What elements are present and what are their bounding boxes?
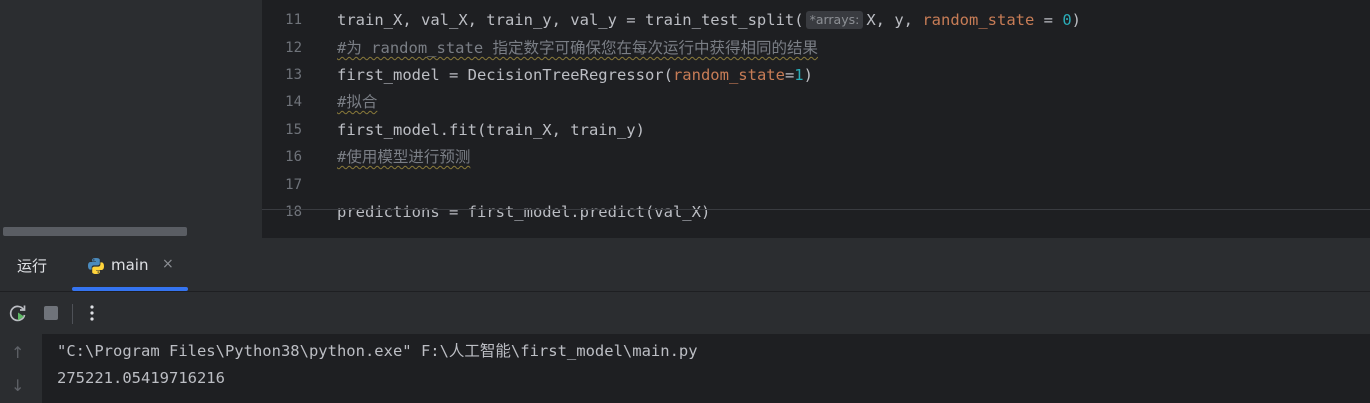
- code-line[interactable]: #使用模型进行预测: [337, 147, 470, 167]
- code-line[interactable]: first_model.fit(train_X, train_y): [337, 120, 645, 140]
- console-output[interactable]: "C:\Program Files\Python38\python.exe" F…: [42, 334, 1370, 403]
- run-panel-title: 运行: [17, 257, 48, 275]
- code-line[interactable]: #为 random_state 指定数字可确保您在每次运行中获得相同的结果: [337, 38, 818, 58]
- code-comment: #使用模型进行预测: [337, 148, 471, 166]
- code-text: =: [1034, 11, 1063, 29]
- code-comment: #为 random_state 指定数字可确保您在每次运行中获得相同的结果: [337, 39, 818, 57]
- line-number: 17: [285, 177, 302, 193]
- line-number: 11: [285, 12, 302, 28]
- code-text: train_X, val_X, train_y, val_y = train_t…: [337, 11, 804, 29]
- code-line[interactable]: first_model = DecisionTreeRegressor(rand…: [337, 65, 813, 85]
- code-text: ): [803, 66, 813, 84]
- line-number: 15: [285, 122, 302, 138]
- toolbar-separator: [72, 304, 73, 324]
- code-area[interactable]: train_X, val_X, train_y, val_y = train_t…: [337, 0, 1367, 221]
- run-toolbar: [0, 291, 1370, 334]
- run-tool-window: 运行 main × ↑ ↓ "C:\Program Files\Python38…: [0, 240, 1370, 403]
- number-literal: 1: [794, 66, 804, 84]
- code-comment: #拟合: [337, 93, 378, 111]
- stop-icon: [44, 306, 58, 320]
- code-text: X, y,: [866, 11, 923, 29]
- parameter-hint: *arrays:: [805, 11, 864, 29]
- line-number-gutter: 11 12 13 14 15 16 17 18: [262, 0, 332, 220]
- horizontal-scrollbar-thumb[interactable]: [3, 227, 187, 236]
- console-line: "C:\Program Files\Python38\python.exe" F…: [57, 342, 698, 360]
- stop-button[interactable]: [40, 302, 62, 324]
- arrow-up-icon[interactable]: ↑: [11, 343, 24, 362]
- line-number: 18: [285, 204, 302, 220]
- code-editor[interactable]: 11 12 13 14 15 16 17 18 train_X, val_X, …: [262, 0, 1370, 238]
- keyword-argument: random_state: [672, 66, 785, 84]
- close-tab-icon[interactable]: ×: [162, 256, 174, 272]
- project-panel: [0, 0, 262, 238]
- code-text: first_model = DecisionTreeRegressor(: [337, 66, 673, 84]
- more-vertical-icon: [90, 305, 94, 321]
- number-literal: 0: [1062, 11, 1072, 29]
- code-text: predictions = first_model.predict(val_X): [337, 203, 711, 221]
- keyword-argument: random_state: [922, 11, 1035, 29]
- console-line: 275221.05419716216: [57, 369, 225, 387]
- rerun-icon: [9, 305, 26, 322]
- line-number: 13: [285, 67, 302, 83]
- arrow-down-icon[interactable]: ↓: [11, 376, 24, 395]
- tab-main[interactable]: main ×: [72, 240, 188, 290]
- console-side-toolbar: ↑ ↓: [0, 334, 42, 403]
- code-text: ): [1071, 11, 1082, 29]
- code-text: first_model.fit(train_X, train_y): [337, 121, 645, 139]
- more-options-button[interactable]: [81, 302, 103, 324]
- run-tab-bar: 运行 main ×: [0, 240, 1370, 291]
- code-line[interactable]: predictions = first_model.predict(val_X): [337, 202, 710, 222]
- line-number: 14: [285, 94, 302, 110]
- line-number: 12: [285, 40, 302, 56]
- tab-label: main: [111, 256, 149, 274]
- python-icon: [87, 257, 105, 275]
- code-line[interactable]: train_X, val_X, train_y, val_y = train_t…: [337, 10, 1081, 30]
- line-number: 16: [285, 149, 302, 165]
- rerun-button[interactable]: [7, 302, 29, 324]
- code-line[interactable]: #拟合: [337, 92, 377, 112]
- code-text: =: [784, 66, 795, 84]
- sticky-divider: [262, 209, 1370, 210]
